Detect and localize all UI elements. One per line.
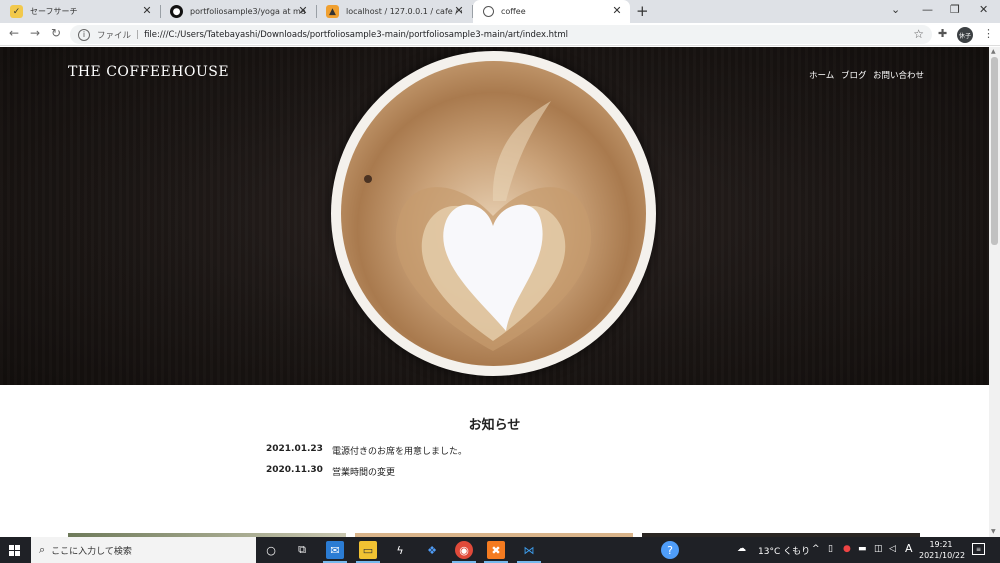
news-text: 電源付きのお席を用意しました。 [332,447,468,457]
coffee-cup-image [331,51,656,376]
dropbox-icon[interactable]: ❖ [423,541,441,559]
close-tab-icon[interactable]: ✕ [452,4,466,17]
tray-device-icon[interactable]: ▯ [828,544,833,554]
tab-phpmyadmin[interactable]: ▲ localhost / 127.0.0.1 / cafe / cafe ✕ [316,0,473,23]
site-info-icon[interactable]: i [78,28,90,41]
notification-icon[interactable]: ≡ [972,543,985,555]
address-bar[interactable]: i ファイル | file:///C:/Users/Tatebayashi/Do… [70,25,932,44]
phpmyadmin-icon: ▲ [326,5,339,18]
tab-coffee[interactable]: coffee ✕ [473,0,630,23]
back-icon[interactable]: ← [9,26,19,40]
search-icon: ⌕ [39,543,46,556]
divider: | [136,29,140,40]
news-date: 2021.01.23 [266,444,323,454]
tab-strip: ✓ セーフサーチ ✕ ● portfoliosample3/yoga at ma… [0,0,1000,23]
windows-start-icon[interactable] [9,545,20,556]
hero-image: THE COFFEEHOUSE ホーム ブログ お問い合わせ [0,47,989,385]
system-clock[interactable]: 19:21 2021/10/22 [919,539,966,561]
scrollbar-thumb[interactable] [991,57,998,245]
ime-indicator[interactable]: A [905,542,913,555]
tab-title: localhost / 127.0.0.1 / cafe / cafe [346,7,462,16]
github-icon: ● [170,5,183,18]
extensions-puzzle-icon[interactable]: ✚ [938,27,947,40]
volume-icon[interactable]: ◁ [889,544,896,554]
close-tab-icon[interactable]: ✕ [296,4,310,17]
profile-avatar[interactable]: 休子 [957,27,973,43]
reload-icon[interactable]: ↻ [51,26,61,40]
news-item[interactable]: 2020.11.30 営業時間の変更 [266,465,395,478]
powershell-icon[interactable]: ϟ [391,541,409,559]
tab-search-chevron-icon[interactable]: ⌄ [891,3,900,16]
globe-icon [483,6,494,17]
scheme-label: ファイル [97,30,132,41]
mail-icon[interactable]: ✉ [323,541,347,563]
vscode-icon[interactable]: ⋈ [517,541,541,563]
close-tab-icon[interactable]: ✕ [610,4,624,17]
news-section: お知らせ 2021.01.23 電源付きのお席を用意しました。 2020.11.… [0,385,989,537]
nav-home-link[interactable]: ホーム [809,69,834,81]
taskbar-search-box[interactable]: ⌕ ここに入力して検索 [31,537,256,563]
url-text[interactable]: file:///C:/Users/Tatebayashi/Downloads/p… [144,30,568,40]
tab-title: セーフサーチ [30,7,78,16]
safesearch-icon: ✓ [10,5,23,18]
weather-text[interactable]: 13°C くもり [758,544,810,557]
scroll-down-icon[interactable]: ▼ [991,528,996,535]
news-date: 2020.11.30 [266,465,323,475]
site-logo[interactable]: THE COFFEEHOUSE [68,64,229,80]
close-window-icon[interactable]: ✕ [979,3,988,16]
battery-icon[interactable]: ▬ [858,544,867,554]
browser-toolbar: ← → ↻ i ファイル | file:///C:/Users/Tatebaya… [0,23,1000,46]
page-scrollbar[interactable]: ▲ ▼ [989,47,1000,537]
windows-taskbar: ⌕ ここに入力して検索 ○ ⧉ ✉ ▭ ϟ ❖ ◉ ✖ ⋈ ? ☁ 13°C く… [0,537,1000,563]
nav-contact-link[interactable]: お問い合わせ [873,69,924,81]
task-view-icon[interactable]: ⧉ [293,541,311,559]
tab-safesearch[interactable]: ✓ セーフサーチ ✕ [0,0,161,23]
help-icon[interactable]: ? [661,541,679,559]
page-viewport: THE COFFEEHOUSE ホーム ブログ お問い合わせ お知らせ 2021… [0,47,989,537]
network-icon[interactable]: ◫ [874,544,883,554]
xampp-icon[interactable]: ✖ [484,541,508,563]
tab-github[interactable]: ● portfoliosample3/yoga at main ✕ [160,0,317,23]
tab-title: coffee [501,7,526,16]
close-tab-icon[interactable]: ✕ [140,4,154,17]
scroll-up-icon[interactable]: ▲ [991,48,996,55]
clock-date: 2021/10/22 [919,551,966,560]
tray-security-icon[interactable]: ● [843,544,851,554]
news-heading: お知らせ [468,418,521,433]
weather-cloud-icon[interactable]: ☁ [737,544,746,554]
chrome-icon[interactable]: ◉ [452,541,476,563]
file-explorer-icon[interactable]: ▭ [356,541,380,563]
cortana-icon[interactable]: ○ [262,541,280,559]
forward-icon[interactable]: → [30,26,40,40]
menu-dots-icon[interactable]: ⋮ [983,27,994,40]
tray-chevron-icon[interactable]: ^ [812,544,820,554]
search-placeholder: ここに入力して検索 [51,546,132,557]
bookmark-star-icon[interactable]: ☆ [913,27,924,41]
tab-title: portfoliosample3/yoga at main [190,7,306,16]
latte-art-heart [364,101,592,351]
latte-art-foam [341,61,646,366]
nav-blog-link[interactable]: ブログ [841,69,867,81]
news-item[interactable]: 2021.01.23 電源付きのお席を用意しました。 [266,444,467,457]
new-tab-button[interactable]: + [636,2,649,20]
restore-icon[interactable]: ❐ [950,3,960,16]
clock-time: 19:21 [929,540,953,549]
news-text: 営業時間の変更 [332,468,396,478]
minimize-icon[interactable]: — [922,3,933,16]
